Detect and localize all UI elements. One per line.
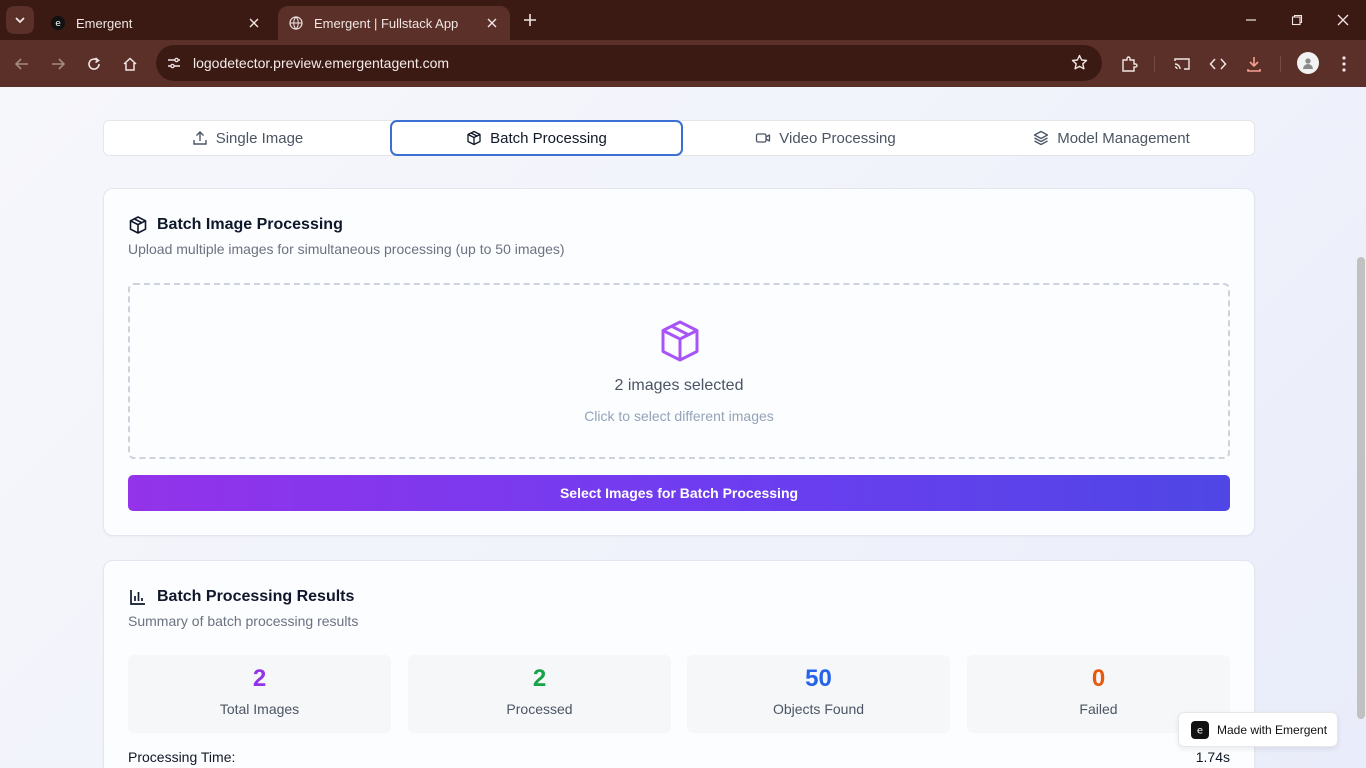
processing-mode-tabs: Single Image Batch Processing Video Proc…	[103, 120, 1255, 156]
forward-button[interactable]	[43, 49, 73, 79]
address-bar[interactable]: logodetector.preview.emergentagent.com	[156, 45, 1102, 81]
stat-label: Objects Found	[772, 701, 865, 717]
toolbar-divider	[1280, 56, 1281, 72]
bookmark-star-icon[interactable]	[1071, 54, 1088, 76]
processing-time-label: Processing Time:	[128, 749, 236, 765]
tab-title: Emergent	[76, 15, 133, 31]
selected-count-text: 2 images selected	[614, 377, 744, 394]
toolbar-divider	[1154, 56, 1155, 72]
package-icon	[129, 216, 147, 234]
close-tab-icon[interactable]	[246, 15, 262, 31]
reload-icon	[88, 57, 100, 70]
download-icon	[1247, 57, 1261, 72]
processing-time-value: 1.74s	[1195, 749, 1230, 765]
stat-value: 50	[805, 665, 832, 692]
extensions-button[interactable]	[1114, 49, 1144, 79]
page-scrollbar[interactable]	[1357, 257, 1365, 719]
devtools-button[interactable]	[1203, 49, 1233, 79]
stat-processed: 2 Processed	[408, 655, 671, 733]
profile-avatar[interactable]	[1297, 52, 1319, 74]
dropzone-hint: Click to select different images	[584, 408, 774, 424]
browser-toolbar: logodetector.preview.emergentagent.com	[0, 40, 1366, 87]
card-title: Batch Image Processing	[128, 215, 343, 235]
image-dropzone[interactable]: 2 images selected Click to select differ…	[128, 283, 1230, 459]
stat-value: 0	[1091, 665, 1106, 692]
tab-label: Model Management	[1057, 129, 1190, 147]
cast-icon	[1174, 58, 1190, 70]
minimize-icon	[1246, 19, 1256, 21]
emergent-logo-icon: e	[1191, 720, 1209, 739]
cast-button[interactable]	[1167, 49, 1197, 79]
card-subtitle: Upload multiple images for simultaneous …	[128, 241, 565, 257]
browser-tab-fullstack-app[interactable]: Emergent | Fullstack App	[278, 6, 510, 40]
restore-window-button[interactable]	[1274, 6, 1320, 34]
batch-processing-card: Batch Image Processing Upload multiple i…	[103, 188, 1255, 536]
tab-title: Emergent | Fullstack App	[314, 15, 459, 31]
stat-label: Total Images	[219, 701, 300, 717]
card-subtitle: Summary of batch processing results	[128, 613, 359, 629]
emergent-favicon-icon: e	[50, 15, 66, 31]
upload-icon	[193, 131, 207, 145]
layers-icon	[1034, 130, 1049, 146]
card-title-text: Batch Image Processing	[157, 216, 343, 233]
stat-label: Processed	[506, 701, 573, 717]
tab-video-processing[interactable]: Video Processing	[682, 121, 969, 155]
card-title-text: Batch Processing Results	[157, 588, 355, 605]
card-title: Batch Processing Results	[128, 587, 354, 607]
browser-tab-bar: e Emergent Emergent | Fullstack App	[0, 0, 1366, 40]
svg-text:e: e	[55, 19, 61, 29]
bar-chart-icon	[130, 590, 145, 605]
close-icon	[1337, 14, 1349, 26]
stat-value: 2	[252, 665, 267, 692]
tab-label: Single Image	[215, 129, 304, 147]
user-icon	[1303, 58, 1313, 69]
back-button[interactable]	[7, 49, 37, 79]
plus-icon	[524, 14, 536, 26]
stat-objects-found: 50 Objects Found	[687, 655, 950, 733]
restore-icon	[1291, 14, 1303, 26]
tab-search-button[interactable]	[6, 6, 34, 34]
package-icon	[661, 320, 699, 362]
arrow-left-icon	[14, 58, 28, 70]
new-tab-button[interactable]	[518, 8, 542, 32]
made-with-emergent-badge[interactable]: e Made with Emergent	[1178, 712, 1338, 747]
more-vertical-icon	[1342, 56, 1346, 72]
url-text: logodetector.preview.emergentagent.com	[193, 55, 450, 71]
batch-results-card: Batch Processing Results Summary of batc…	[103, 560, 1255, 768]
package-icon	[467, 130, 481, 146]
site-settings-icon[interactable]	[166, 55, 182, 76]
video-icon	[756, 133, 771, 143]
stat-total-images: 2 Total Images	[128, 655, 391, 733]
browser-tab-emergent[interactable]: e Emergent	[40, 6, 272, 40]
minimize-window-button[interactable]	[1228, 6, 1274, 34]
close-window-button[interactable]	[1320, 6, 1366, 34]
home-icon	[123, 57, 137, 71]
home-button[interactable]	[115, 49, 145, 79]
reload-button[interactable]	[79, 49, 109, 79]
close-tab-icon[interactable]	[484, 15, 500, 31]
browser-menu-button[interactable]	[1329, 49, 1359, 79]
page-content: Single Image Batch Processing Video Proc…	[0, 87, 1366, 768]
downloads-button[interactable]	[1239, 49, 1269, 79]
badge-label: Made with Emergent	[1217, 722, 1328, 737]
stat-value: 2	[532, 665, 547, 692]
puzzle-icon	[1122, 56, 1138, 72]
tab-model-management[interactable]: Model Management	[968, 121, 1255, 155]
chevron-down-icon	[15, 17, 25, 24]
svg-text:e: e	[1197, 725, 1203, 736]
select-images-button[interactable]: Select Images for Batch Processing	[128, 475, 1230, 511]
tab-batch-processing[interactable]: Batch Processing	[390, 120, 683, 156]
tab-label: Video Processing	[779, 129, 896, 147]
code-icon	[1209, 58, 1227, 70]
tab-single-image[interactable]: Single Image	[104, 121, 391, 155]
arrow-right-icon	[52, 58, 66, 70]
globe-icon	[288, 15, 304, 31]
tab-label: Batch Processing	[490, 129, 607, 147]
